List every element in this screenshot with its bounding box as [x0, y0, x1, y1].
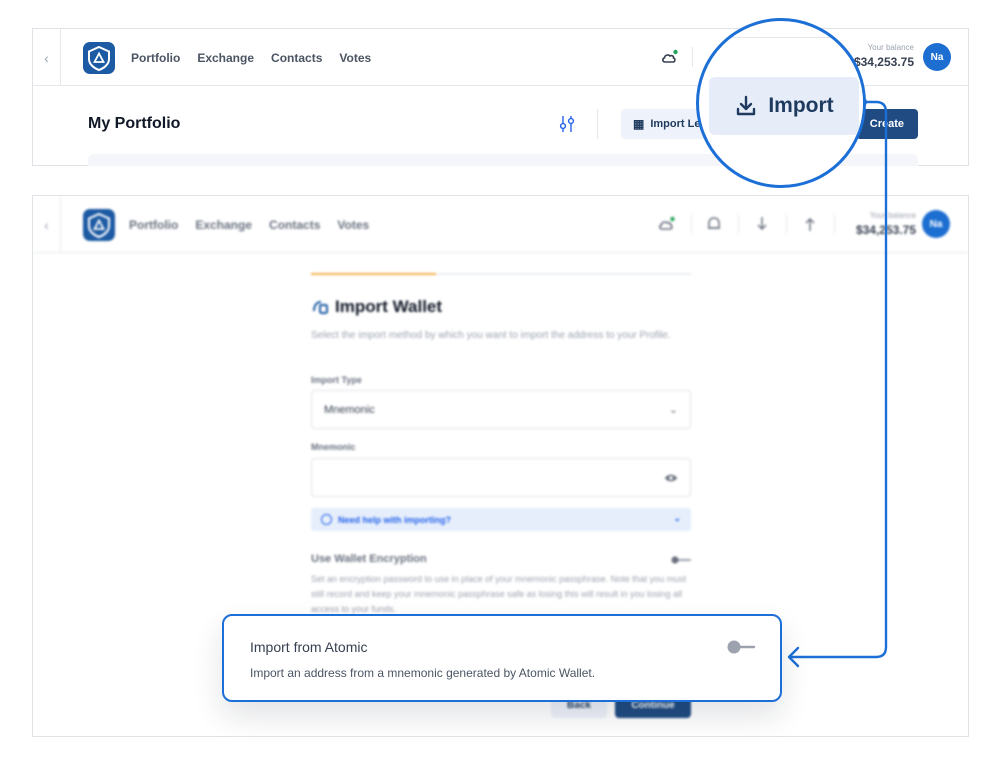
- balance-label: Your balance: [869, 211, 916, 220]
- avatar[interactable]: Na: [923, 43, 951, 71]
- shield-logo-icon: [88, 212, 110, 239]
- sync-cloud-icon[interactable]: [660, 47, 680, 67]
- import-button[interactable]: Import: [709, 77, 859, 135]
- import-type-label: Import Type: [311, 375, 362, 385]
- help-importing-toggle[interactable]: Need help with importing? ⌄: [311, 508, 691, 531]
- nav-votes[interactable]: Votes: [339, 51, 371, 65]
- filter-settings-icon[interactable]: [559, 115, 575, 133]
- balance-value: $34,253.75: [855, 223, 916, 237]
- navbar-divider: [692, 47, 693, 67]
- balance-label: Your balance: [867, 43, 914, 52]
- import-wallet-heading: Import Wallet: [311, 297, 442, 317]
- main-nav: Portfolio Exchange Contacts Votes: [129, 196, 369, 253]
- eye-icon[interactable]: [664, 472, 678, 484]
- page-title: My Portfolio: [88, 115, 181, 132]
- navbar-divider: [691, 214, 692, 234]
- navbar-border: [699, 37, 863, 38]
- main-nav: Portfolio Exchange Contacts Votes: [131, 29, 371, 86]
- bell-icon[interactable]: [706, 215, 722, 233]
- encryption-toggle[interactable]: [671, 556, 691, 564]
- import-from-atomic-card: Import from Atomic Import an address fro…: [222, 614, 782, 702]
- info-icon: [321, 514, 332, 525]
- import-magnifier: Import: [696, 18, 866, 188]
- import-wallet-description: Select the import method by which you wa…: [311, 330, 671, 341]
- navbar-divider: [834, 214, 835, 234]
- navbar-divider: [738, 214, 739, 234]
- nav-contacts[interactable]: Contacts: [271, 51, 322, 65]
- step-progress: [311, 273, 691, 275]
- nav-portfolio[interactable]: Portfolio: [131, 51, 180, 65]
- import-from-atomic-toggle[interactable]: [726, 639, 756, 655]
- navbar-divider: [786, 214, 787, 234]
- import-type-select[interactable]: Mnemonic ⌄: [311, 390, 691, 429]
- import-navbar: ‹ Portfolio Exchange Contacts Votes Your…: [33, 196, 968, 253]
- nav-portfolio[interactable]: Portfolio: [129, 218, 178, 232]
- chevron-down-icon: ⌄: [673, 513, 681, 523]
- send-icon[interactable]: [802, 215, 818, 233]
- nav-votes[interactable]: Votes: [337, 218, 369, 232]
- import-type-value: Mnemonic: [324, 403, 375, 416]
- toolbar-divider: [597, 109, 598, 139]
- mnemonic-input[interactable]: [311, 458, 691, 497]
- shield-logo-icon: [88, 45, 110, 72]
- import-from-atomic-title: Import from Atomic: [250, 639, 368, 655]
- back-button[interactable]: ‹: [33, 29, 61, 86]
- encryption-description: Set an encryption password to use in pla…: [311, 574, 687, 614]
- mnemonic-label: Mnemonic: [311, 442, 356, 452]
- app-logo[interactable]: [83, 42, 115, 74]
- nav-exchange[interactable]: Exchange: [195, 218, 252, 232]
- back-button[interactable]: ‹: [33, 196, 61, 253]
- receive-icon[interactable]: [754, 215, 770, 233]
- download-icon: [737, 95, 756, 116]
- help-text: Need help with importing?: [338, 514, 451, 525]
- step-progress-fill: [311, 273, 437, 275]
- chevron-down-icon: ⌄: [668, 404, 678, 416]
- nav-contacts[interactable]: Contacts: [269, 218, 320, 232]
- sync-cloud-icon[interactable]: [657, 214, 677, 234]
- avatar[interactable]: Na: [922, 210, 950, 238]
- ledger-icon: ▦: [633, 117, 645, 131]
- wallet-import-icon: [313, 301, 328, 314]
- app-logo[interactable]: [83, 209, 115, 241]
- import-ledger-label: Import Le: [650, 118, 701, 130]
- import-from-atomic-description: Import an address from a mnemonic genera…: [250, 666, 596, 680]
- encryption-title: Use Wallet Encryption: [311, 553, 427, 565]
- import-wallet-title: Import Wallet: [335, 297, 443, 316]
- nav-exchange[interactable]: Exchange: [197, 51, 254, 65]
- import-label: Import: [768, 94, 834, 117]
